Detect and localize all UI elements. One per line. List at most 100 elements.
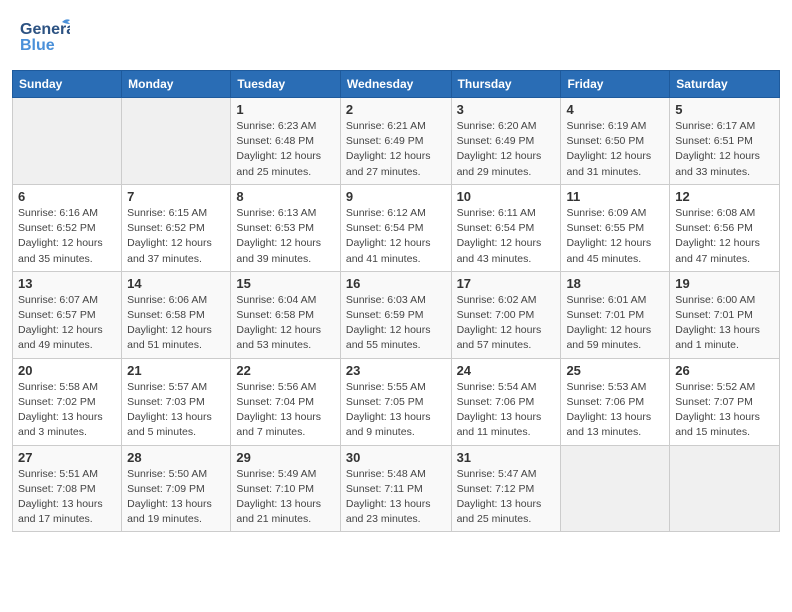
day-header-friday: Friday <box>561 71 670 98</box>
day-info: Sunrise: 6:19 AM Sunset: 6:50 PM Dayligh… <box>566 119 664 180</box>
day-number: 29 <box>236 450 334 465</box>
svg-text:Blue: Blue <box>20 37 55 54</box>
day-info: Sunrise: 5:56 AM Sunset: 7:04 PM Dayligh… <box>236 380 334 441</box>
day-number: 25 <box>566 363 664 378</box>
calendar-cell: 24Sunrise: 5:54 AM Sunset: 7:06 PM Dayli… <box>451 358 561 445</box>
day-header-sunday: Sunday <box>13 71 122 98</box>
day-info: Sunrise: 6:03 AM Sunset: 6:59 PM Dayligh… <box>346 293 446 354</box>
calendar-week-5: 27 Sunrise: 5:51 AM Sunset: 7:08 PM Dayli… <box>13 445 780 532</box>
day-number: 26 <box>675 363 774 378</box>
day-info: Sunrise: 6:00 AM Sunset: 7:01 PM Dayligh… <box>675 293 774 354</box>
calendar-cell: 27 Sunrise: 5:51 AM Sunset: 7:08 PM Dayli… <box>13 445 122 532</box>
day-info: Sunrise: 6:09 AM Sunset: 6:55 PM Dayligh… <box>566 206 664 267</box>
calendar-cell: 10 Sunrise: 6:11 AM Sunset: 6:54 PM Dayli… <box>451 184 561 271</box>
day-info: Sunrise: 6:01 AM Sunset: 7:01 PM Dayligh… <box>566 293 664 354</box>
logo-icon: General Blue <box>20 16 70 56</box>
calendar-week-2: 6 Sunrise: 6:16 AM Sunset: 6:52 PM Daylig… <box>13 184 780 271</box>
day-info: Sunrise: 6:06 AM Sunset: 6:58 PM Dayligh… <box>127 293 225 354</box>
day-info: Sunrise: 5:49 AM Sunset: 7:10 PM Dayligh… <box>236 467 334 528</box>
day-number: 31 <box>457 450 556 465</box>
calendar-cell: 3Sunrise: 6:20 AM Sunset: 6:49 PM Daylig… <box>451 98 561 185</box>
day-number: 24 <box>457 363 556 378</box>
calendar-cell: 20Sunrise: 5:58 AM Sunset: 7:02 PM Dayli… <box>13 358 122 445</box>
day-info: Sunrise: 6:13 AM Sunset: 6:53 PM Dayligh… <box>236 206 334 267</box>
calendar-cell: 12 Sunrise: 6:08 AM Sunset: 6:56 PM Dayli… <box>670 184 780 271</box>
calendar-cell: 5Sunrise: 6:17 AM Sunset: 6:51 PM Daylig… <box>670 98 780 185</box>
day-header-tuesday: Tuesday <box>231 71 340 98</box>
calendar-cell: 1Sunrise: 6:23 AM Sunset: 6:48 PM Daylig… <box>231 98 340 185</box>
day-header-monday: Monday <box>122 71 231 98</box>
day-info: Sunrise: 6:21 AM Sunset: 6:49 PM Dayligh… <box>346 119 446 180</box>
day-info: Sunrise: 6:11 AM Sunset: 6:54 PM Dayligh… <box>457 206 556 267</box>
calendar-week-3: 13 Sunrise: 6:07 AM Sunset: 6:57 PM Dayli… <box>13 271 780 358</box>
calendar-cell <box>670 445 780 532</box>
calendar-cell: 16 Sunrise: 6:03 AM Sunset: 6:59 PM Dayli… <box>340 271 451 358</box>
day-header-saturday: Saturday <box>670 71 780 98</box>
day-number: 14 <box>127 276 225 291</box>
page-header: General Blue <box>0 0 792 64</box>
day-number: 18 <box>566 276 664 291</box>
calendar-cell: 21 Sunrise: 5:57 AM Sunset: 7:03 PM Dayli… <box>122 358 231 445</box>
day-info: Sunrise: 5:52 AM Sunset: 7:07 PM Dayligh… <box>675 380 774 441</box>
day-number: 17 <box>457 276 556 291</box>
day-number: 4 <box>566 102 664 117</box>
calendar-cell: 13 Sunrise: 6:07 AM Sunset: 6:57 PM Dayli… <box>13 271 122 358</box>
day-number: 16 <box>346 276 446 291</box>
day-number: 23 <box>346 363 446 378</box>
day-info: Sunrise: 6:12 AM Sunset: 6:54 PM Dayligh… <box>346 206 446 267</box>
day-number: 21 <box>127 363 225 378</box>
day-info: Sunrise: 6:08 AM Sunset: 6:56 PM Dayligh… <box>675 206 774 267</box>
calendar-cell: 22 Sunrise: 5:56 AM Sunset: 7:04 PM Dayli… <box>231 358 340 445</box>
day-number: 13 <box>18 276 116 291</box>
calendar-cell <box>122 98 231 185</box>
calendar-cell: 25 Sunrise: 5:53 AM Sunset: 7:06 PM Dayli… <box>561 358 670 445</box>
day-number: 2 <box>346 102 446 117</box>
day-number: 15 <box>236 276 334 291</box>
calendar-cell: 7 Sunrise: 6:15 AM Sunset: 6:52 PM Daylig… <box>122 184 231 271</box>
day-number: 6 <box>18 189 116 204</box>
day-info: Sunrise: 5:48 AM Sunset: 7:11 PM Dayligh… <box>346 467 446 528</box>
day-info: Sunrise: 5:53 AM Sunset: 7:06 PM Dayligh… <box>566 380 664 441</box>
day-info: Sunrise: 6:16 AM Sunset: 6:52 PM Dayligh… <box>18 206 116 267</box>
calendar-cell: 28Sunrise: 5:50 AM Sunset: 7:09 PM Dayli… <box>122 445 231 532</box>
day-info: Sunrise: 6:23 AM Sunset: 6:48 PM Dayligh… <box>236 119 334 180</box>
calendar-cell: 9Sunrise: 6:12 AM Sunset: 6:54 PM Daylig… <box>340 184 451 271</box>
calendar-cell: 6 Sunrise: 6:16 AM Sunset: 6:52 PM Daylig… <box>13 184 122 271</box>
day-number: 12 <box>675 189 774 204</box>
calendar-cell: 17Sunrise: 6:02 AM Sunset: 7:00 PM Dayli… <box>451 271 561 358</box>
day-info: Sunrise: 5:57 AM Sunset: 7:03 PM Dayligh… <box>127 380 225 441</box>
day-number: 10 <box>457 189 556 204</box>
calendar-cell: 2 Sunrise: 6:21 AM Sunset: 6:49 PM Daylig… <box>340 98 451 185</box>
calendar-week-4: 20Sunrise: 5:58 AM Sunset: 7:02 PM Dayli… <box>13 358 780 445</box>
day-number: 30 <box>346 450 446 465</box>
day-info: Sunrise: 5:47 AM Sunset: 7:12 PM Dayligh… <box>457 467 556 528</box>
calendar-cell: 11 Sunrise: 6:09 AM Sunset: 6:55 PM Dayli… <box>561 184 670 271</box>
day-info: Sunrise: 6:07 AM Sunset: 6:57 PM Dayligh… <box>18 293 116 354</box>
day-number: 5 <box>675 102 774 117</box>
day-number: 22 <box>236 363 334 378</box>
day-number: 3 <box>457 102 556 117</box>
calendar-cell <box>561 445 670 532</box>
day-header-thursday: Thursday <box>451 71 561 98</box>
calendar-week-1: 1Sunrise: 6:23 AM Sunset: 6:48 PM Daylig… <box>13 98 780 185</box>
day-header-wednesday: Wednesday <box>340 71 451 98</box>
calendar-cell: 4 Sunrise: 6:19 AM Sunset: 6:50 PM Daylig… <box>561 98 670 185</box>
calendar-cell: 23Sunrise: 5:55 AM Sunset: 7:05 PM Dayli… <box>340 358 451 445</box>
day-number: 27 <box>18 450 116 465</box>
calendar-table: SundayMondayTuesdayWednesdayThursdayFrid… <box>12 70 780 532</box>
day-number: 8 <box>236 189 334 204</box>
day-number: 7 <box>127 189 225 204</box>
calendar-cell: 18 Sunrise: 6:01 AM Sunset: 7:01 PM Dayli… <box>561 271 670 358</box>
day-info: Sunrise: 5:50 AM Sunset: 7:09 PM Dayligh… <box>127 467 225 528</box>
day-info: Sunrise: 5:51 AM Sunset: 7:08 PM Dayligh… <box>18 467 116 528</box>
calendar-cell: 14 Sunrise: 6:06 AM Sunset: 6:58 PM Dayli… <box>122 271 231 358</box>
calendar-cell: 29 Sunrise: 5:49 AM Sunset: 7:10 PM Dayli… <box>231 445 340 532</box>
day-info: Sunrise: 6:04 AM Sunset: 6:58 PM Dayligh… <box>236 293 334 354</box>
logo: General Blue <box>20 16 74 56</box>
day-info: Sunrise: 6:15 AM Sunset: 6:52 PM Dayligh… <box>127 206 225 267</box>
calendar: SundayMondayTuesdayWednesdayThursdayFrid… <box>0 70 792 544</box>
calendar-cell: 26 Sunrise: 5:52 AM Sunset: 7:07 PM Dayli… <box>670 358 780 445</box>
calendar-cell: 30 Sunrise: 5:48 AM Sunset: 7:11 PM Dayli… <box>340 445 451 532</box>
calendar-cell <box>13 98 122 185</box>
day-number: 11 <box>566 189 664 204</box>
